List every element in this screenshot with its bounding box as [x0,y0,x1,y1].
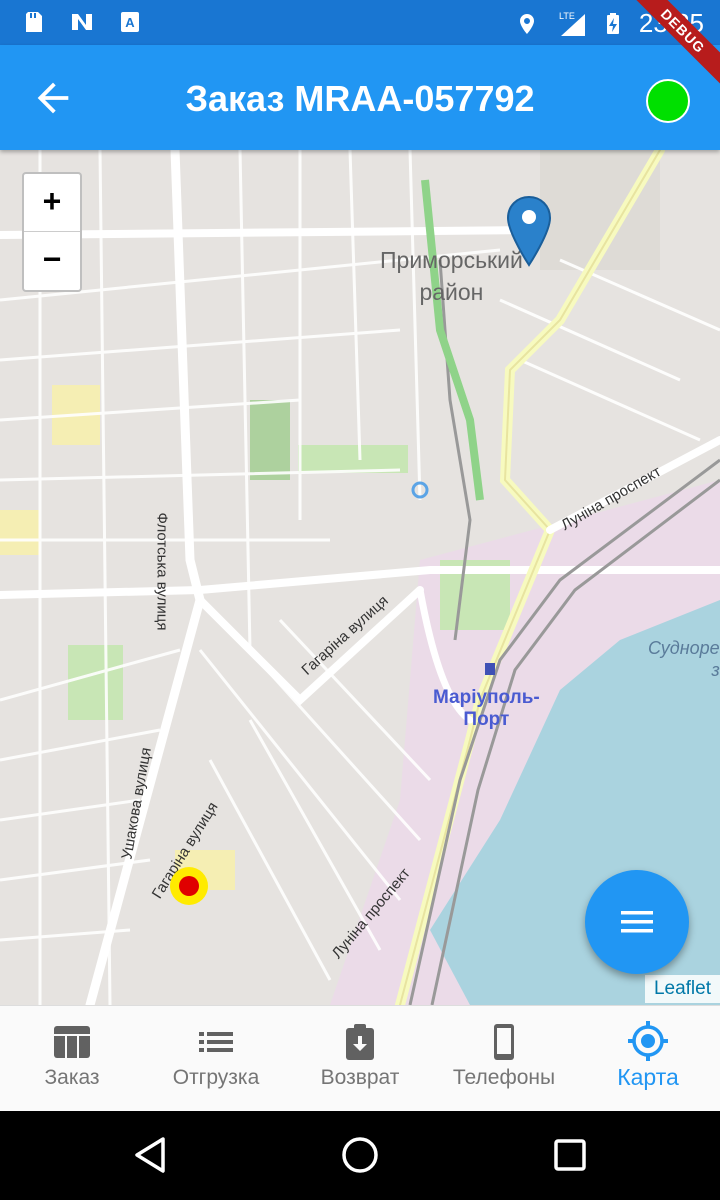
nav-label-phones: Телефоны [452,1066,556,1089]
port-label-line1: Маріуполь- [433,687,540,708]
back-triangle-icon[interactable] [133,1136,167,1174]
menu-icon [621,911,653,933]
signal-icon: LTE [559,11,585,36]
gps-target-icon [628,1021,668,1061]
status-bar: A LTE 23:25 [0,0,720,45]
svg-text:A: A [125,15,135,30]
page-title: Заказ MRAA-057792 [185,78,535,119]
zoom-out-button[interactable]: − [24,232,80,289]
nav-label-shipment: Отгрузка [172,1066,260,1089]
system-navigation-bar [0,1110,720,1200]
menu-fab-button[interactable] [585,870,689,974]
recents-square-icon[interactable] [553,1138,587,1172]
sd-card-icon [26,12,42,32]
home-circle-icon[interactable] [341,1136,379,1174]
port-label-line2: Порт [463,709,510,730]
location-icon [519,13,534,34]
clipboard-download-icon [346,1024,374,1060]
a-notification-icon: A [121,12,139,32]
battery-charging-icon [606,12,619,34]
map-label-port: Маріуполь- Порт [433,687,540,731]
nav-item-shipment[interactable]: Отгрузка [144,1006,288,1111]
nav-item-phones[interactable]: Телефоны [432,1006,576,1111]
map-attribution[interactable]: Leaflet [644,975,720,1003]
nav-label-order: Заказ [44,1066,100,1089]
map-pin-marker[interactable] [505,195,553,267]
nav-item-return[interactable]: Возврат [288,1006,432,1111]
nav-item-order[interactable]: Заказ [0,1006,144,1111]
map-label-district: Приморський район [380,244,523,308]
svg-text:LTE: LTE [559,11,575,21]
current-location-marker[interactable] [169,866,209,906]
map-label-sudno: Судноре з [648,637,720,681]
n-notification-icon [72,14,92,30]
zoom-control: + − [22,172,82,292]
status-indicator [646,79,690,123]
nav-label-map: Карта [617,1064,679,1090]
sudno-label-line2: з [711,660,720,680]
district-label-line2: район [419,279,484,305]
bottom-navigation: Заказ Отгрузка Возврат Телефоны Карта [0,1005,720,1111]
list-icon [199,1032,233,1052]
nav-label-return: Возврат [320,1066,400,1089]
app-bar: Заказ MRAA-057792 [0,45,720,150]
table-icon [54,1026,90,1058]
district-label-line1: Приморський [380,247,523,273]
nav-item-map[interactable]: Карта [576,1006,720,1111]
phone-icon [494,1024,514,1060]
sudno-label-line1: Судноре [648,638,720,658]
zoom-in-button[interactable]: + [24,174,80,232]
map-label-flotska: Флотська вулиця [153,512,171,631]
